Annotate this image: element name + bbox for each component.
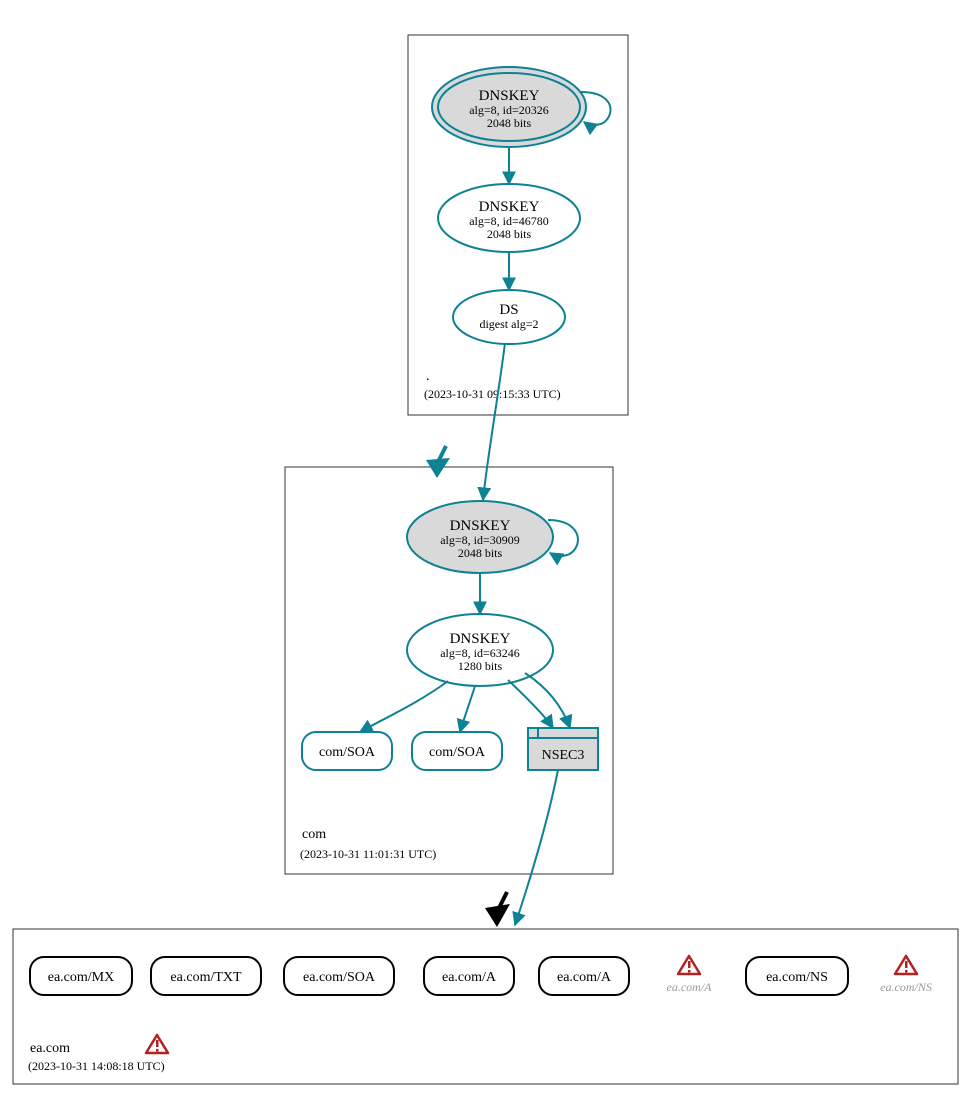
zone-ts-ea: (2023-10-31 14:08:18 UTC) [28, 1059, 165, 1073]
node-root-dnskey-ksk: DNSKEY alg=8, id=20326 2048 bits [432, 67, 586, 147]
node-ea-mx: ea.com/MX [30, 957, 132, 995]
node-ea-soa: ea.com/SOA [284, 957, 394, 995]
svg-text:com/SOA: com/SOA [319, 745, 376, 760]
svg-text:DNSKEY: DNSKEY [479, 199, 540, 215]
svg-text:2048 bits: 2048 bits [487, 116, 532, 130]
svg-text:ea.com/A: ea.com/A [442, 970, 497, 985]
warning-icon [895, 956, 917, 974]
svg-text:digest alg=2: digest alg=2 [479, 317, 538, 331]
svg-text:DNSKEY: DNSKEY [450, 631, 511, 647]
svg-text:alg=8, id=46780: alg=8, id=46780 [469, 214, 549, 228]
svg-text:DS: DS [499, 302, 518, 318]
zone-ts-root: (2023-10-31 09:15:33 UTC) [424, 387, 561, 401]
svg-text:alg=8, id=63246: alg=8, id=63246 [440, 646, 520, 660]
edge-com-zsk-soa1 [360, 681, 448, 732]
node-ea-a-warn: ea.com/A [667, 956, 713, 994]
zone-ts-com: (2023-10-31 11:01:31 UTC) [300, 847, 436, 861]
dnssec-graph: DNSKEY alg=8, id=20326 2048 bits DNSKEY … [0, 0, 972, 1098]
zone-name-root: . [426, 369, 430, 384]
node-ea-ns-warn: ea.com/NS [880, 956, 932, 994]
node-com-dnskey-zsk: DNSKEY alg=8, id=63246 1280 bits [407, 614, 553, 686]
node-com-soa-1: com/SOA [302, 732, 392, 770]
warning-icon [146, 1035, 168, 1053]
delegation-arrow-com-ea [485, 904, 510, 927]
node-com-nsec3: NSEC3 [528, 728, 598, 770]
node-com-soa-2: com/SOA [412, 732, 502, 770]
svg-text:ea.com/A: ea.com/A [557, 970, 612, 985]
svg-text:NSEC3: NSEC3 [542, 748, 585, 763]
node-ea-txt: ea.com/TXT [151, 957, 261, 995]
svg-text:ea.com/A: ea.com/A [667, 980, 713, 994]
node-root-dnskey-zsk: DNSKEY alg=8, id=46780 2048 bits [438, 184, 580, 252]
svg-text:ea.com/SOA: ea.com/SOA [303, 970, 376, 985]
svg-text:ea.com/TXT: ea.com/TXT [170, 970, 242, 985]
svg-text:ea.com/MX: ea.com/MX [48, 970, 114, 985]
svg-text:DNSKEY: DNSKEY [450, 518, 511, 534]
warning-icon [678, 956, 700, 974]
zone-name-com: com [302, 827, 326, 842]
svg-text:2048 bits: 2048 bits [487, 227, 532, 241]
svg-text:ea.com/NS: ea.com/NS [766, 970, 828, 985]
zone-name-ea: ea.com [30, 1041, 70, 1056]
svg-text:com/SOA: com/SOA [429, 745, 486, 760]
edge-com-zsk-soa2 [460, 686, 475, 732]
node-ea-a-1: ea.com/A [424, 957, 514, 995]
svg-text:DNSKEY: DNSKEY [479, 88, 540, 104]
svg-text:alg=8, id=30909: alg=8, id=30909 [440, 533, 520, 547]
edge-com-zsk-nsec3a [508, 680, 553, 728]
node-com-dnskey-ksk: DNSKEY alg=8, id=30909 2048 bits [407, 501, 553, 573]
node-root-ds: DS digest alg=2 [453, 290, 565, 344]
svg-text:1280 bits: 1280 bits [458, 659, 503, 673]
svg-text:2048 bits: 2048 bits [458, 546, 503, 560]
svg-text:ea.com/NS: ea.com/NS [880, 980, 932, 994]
edge-nsec3-ea [515, 770, 558, 925]
node-ea-ns: ea.com/NS [746, 957, 848, 995]
svg-text:alg=8, id=20326: alg=8, id=20326 [469, 103, 549, 117]
node-ea-a-2: ea.com/A [539, 957, 629, 995]
edge-ds-com-ksk [483, 343, 505, 500]
